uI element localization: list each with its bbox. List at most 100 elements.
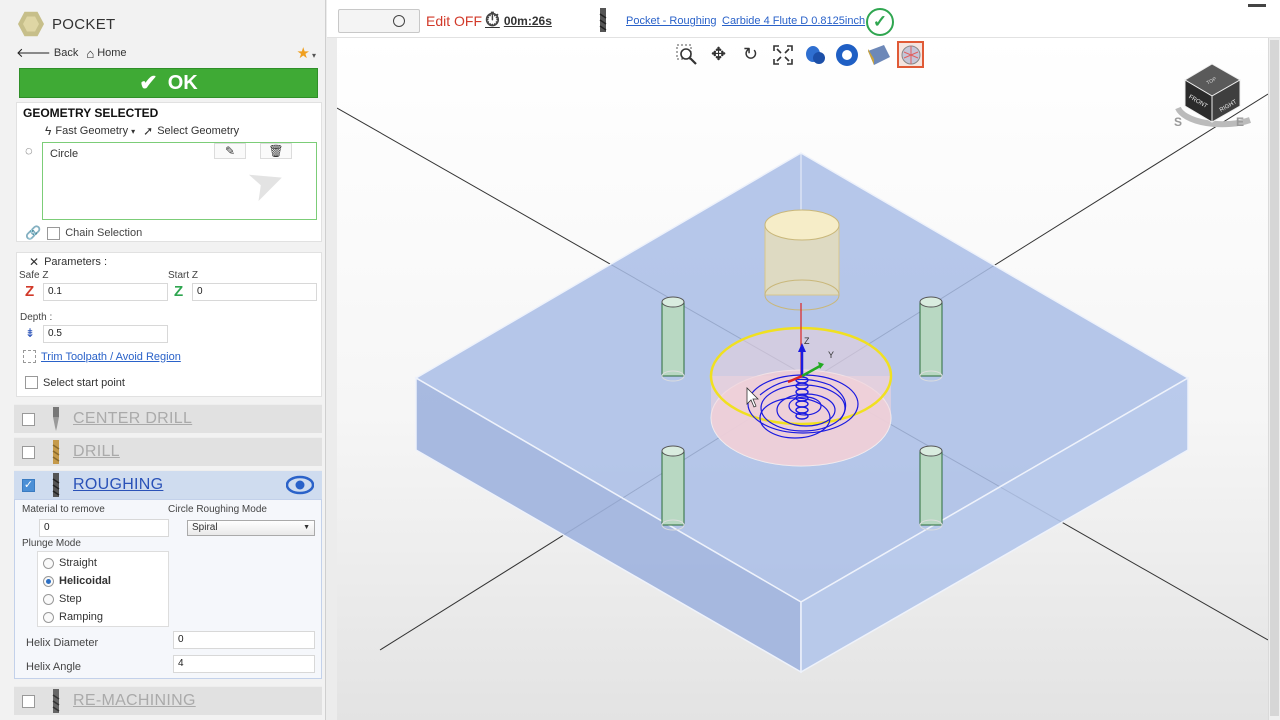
circle-mode-select[interactable]: Spiral ▼ — [187, 520, 315, 536]
favorite-dropdown-icon[interactable]: ▾ — [312, 51, 316, 60]
nav-row: 🡐 Back ⌂ Home ★ ▾ — [16, 44, 322, 62]
geometry-title: GEOMETRY SELECTED — [23, 106, 159, 120]
checkmark-icon: ✔ — [139, 70, 158, 95]
scrollbar-thumb[interactable] — [1270, 40, 1279, 716]
fast-geometry-dropdown-icon[interactable]: ▾ — [131, 127, 135, 136]
cursor-hint-icon: ➤ — [240, 153, 292, 212]
roughing-section: Material to remove Circle Roughing Mode … — [14, 499, 322, 679]
select-cursor-icon: ➚ — [143, 124, 154, 138]
axis-y-label: Y — [828, 350, 834, 360]
op-row-remachining[interactable]: RE-MACHINING — [14, 686, 322, 715]
scene-canvas[interactable]: Z Y S E TOP FRONT RIGHT — [337, 38, 1268, 720]
panel-title: POCKET — [52, 15, 116, 33]
machining-timer[interactable]: ⏱ 00m:26s — [485, 10, 552, 32]
back-link[interactable]: 🡐 Back — [16, 45, 78, 61]
operation-panel: POCKET 🡐 Back ⌂ Home ★ ▾ ✔ OK GEOMETRY SE… — [0, 0, 326, 720]
start-point-row[interactable]: Select start point — [25, 376, 125, 389]
3d-viewport[interactable]: Z Y S E TOP FRONT RIGHT ✥ ↻ — [337, 38, 1268, 720]
top-toolbar: Edit OFF ⏱ 00m:26s Pocket - Roughing Car… — [327, 0, 1280, 38]
toggle-knob — [393, 15, 405, 27]
trim-toolpath-link[interactable]: Trim Toolpath / Avoid Region — [41, 351, 181, 363]
timer-value: 00m:26s — [503, 14, 552, 28]
center-drill-label: CENTER DRILL — [73, 410, 193, 427]
helix-diameter-input[interactable]: 0 — [173, 631, 315, 649]
edit-status-label: Edit OFF — [426, 13, 483, 29]
geometry-tools: ϟ Fast Geometry ▾ ➚ Select Geometry — [45, 124, 239, 138]
start-z-input[interactable]: 0 — [192, 283, 317, 301]
minimize-icon[interactable] — [1248, 4, 1266, 8]
plunge-option-label: Step — [59, 593, 82, 605]
material-input[interactable]: 0 — [39, 519, 169, 537]
pocket-operation-icon — [18, 11, 44, 37]
plunge-option-helicoidal[interactable]: Helicoidal — [43, 575, 111, 587]
axis-z-label: Z — [804, 336, 810, 346]
lasso-icon[interactable]: ◌ — [25, 143, 33, 158]
home-label: Home — [97, 47, 127, 59]
helix-diameter-label: Helix Diameter — [26, 637, 99, 649]
op-row-center-drill[interactable]: CENTER DRILL — [14, 404, 322, 433]
plunge-mode-label: Plunge Mode — [22, 538, 81, 549]
rotate-icon[interactable]: ↻ — [737, 41, 764, 68]
plunge-option-straight[interactable]: Straight — [43, 557, 97, 569]
edit-toggle[interactable] — [338, 9, 420, 33]
tool-view-icon[interactable] — [801, 41, 828, 68]
ok-button[interactable]: ✔ OK — [19, 68, 318, 98]
plunge-option-step[interactable]: Step — [43, 593, 82, 605]
start-point-checkbox[interactable] — [25, 376, 38, 389]
fit-view-icon[interactable] — [769, 41, 796, 68]
current-tool-icon — [599, 8, 607, 32]
plunge-option-label: Straight — [59, 557, 97, 569]
drill-checkbox[interactable] — [22, 445, 35, 459]
hole-back-right — [919, 296, 943, 382]
remachining-label: RE-MACHINING — [73, 692, 196, 709]
stock-view-icon[interactable] — [833, 41, 860, 68]
favorite-star-icon[interactable]: ★ ▾ — [297, 44, 316, 62]
safe-z-label: Safe Z — [19, 270, 49, 281]
pan-icon[interactable]: ✥ — [705, 41, 732, 68]
remachining-checkbox[interactable] — [22, 694, 35, 708]
select-geometry-button[interactable]: Select Geometry — [157, 125, 239, 137]
hole-bottom-left — [661, 445, 685, 531]
parameters-tools-icon: ✕ — [29, 255, 40, 269]
safe-z-input[interactable]: 0.1 — [43, 283, 168, 301]
geometry-section: GEOMETRY SELECTED ϟ Fast Geometry ▾ ➚ Se… — [16, 102, 322, 242]
view-cube[interactable]: S E TOP FRONT RIGHT — [1174, 63, 1251, 129]
roughing-checkbox[interactable]: ✓ — [22, 478, 35, 492]
op-row-drill[interactable]: DRILL — [14, 437, 322, 466]
drill-label: DRILL — [73, 443, 120, 460]
circle-mode-label: Circle Roughing Mode — [168, 504, 267, 515]
plunge-option-label: Helicoidal — [59, 575, 111, 587]
plunge-mode-group: Straight Helicoidal Step Ramping — [37, 551, 169, 627]
radio-ramping[interactable] — [43, 611, 54, 623]
home-icon: ⌂ — [86, 45, 95, 61]
home-link[interactable]: ⌂ Home — [86, 46, 126, 61]
tool-holder — [764, 209, 840, 311]
depth-input[interactable]: 0.5 — [43, 325, 168, 343]
tool-link[interactable]: Carbide 4 Flute D 0.8125inch — [722, 15, 865, 27]
eye-visibility-icon[interactable] — [286, 475, 314, 495]
chain-selection-row[interactable]: 🔗 Chain Selection — [25, 225, 142, 241]
operation-link[interactable]: Pocket - Roughing — [626, 15, 717, 27]
zoom-window-icon[interactable] — [673, 41, 700, 68]
plunge-option-ramping[interactable]: Ramping — [43, 611, 103, 623]
trim-toolpath-row[interactable]: Trim Toolpath / Avoid Region — [23, 350, 181, 363]
radio-helicoidal[interactable] — [43, 575, 54, 587]
wireframe-view-icon[interactable] — [897, 41, 924, 68]
radio-straight[interactable] — [43, 557, 54, 569]
edit-geometry-button[interactable]: ✎ — [214, 143, 246, 159]
center-drill-checkbox[interactable] — [22, 412, 35, 426]
radio-step[interactable] — [43, 593, 54, 605]
op-row-roughing[interactable]: ✓ ROUGHING — [14, 470, 322, 499]
hole-front-left — [661, 296, 685, 382]
helix-angle-input[interactable]: 4 — [173, 655, 315, 673]
select-caret-icon: ▼ — [303, 524, 310, 531]
chain-selection-checkbox[interactable] — [47, 226, 61, 240]
fast-geometry-button[interactable]: Fast Geometry — [55, 125, 128, 137]
part-view-icon[interactable] — [865, 41, 892, 68]
trim-region-icon — [23, 350, 36, 363]
geometry-item[interactable]: Circle — [50, 148, 78, 160]
right-scrollbar[interactable] — [1268, 38, 1280, 720]
parameters-section: ✕ Parameters : Safe Z Start Z Z 0.1 Z 0 … — [16, 252, 322, 397]
geometry-list[interactable]: Circle ✎ 🗑 ➤ — [42, 142, 317, 220]
remachining-tool-icon — [52, 689, 60, 713]
